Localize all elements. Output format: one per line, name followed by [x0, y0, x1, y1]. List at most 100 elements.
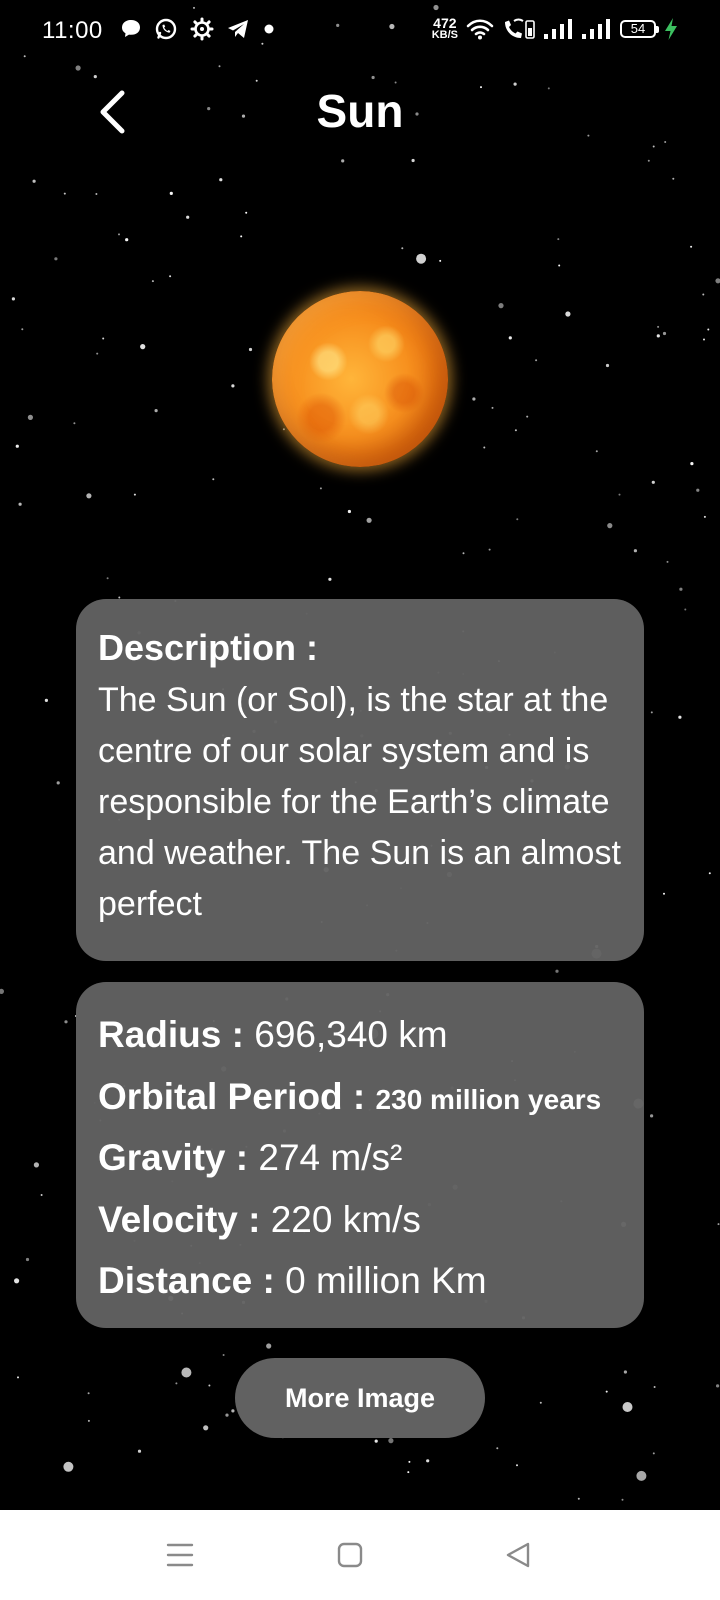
status-bar: 11:00 472 KB/S 54: [0, 0, 720, 66]
stats-card: Radius : 696,340 km Orbital Period : 230…: [76, 982, 644, 1328]
star: [25, 1257, 30, 1262]
system-back-button[interactable]: [498, 1535, 538, 1575]
star: [508, 336, 512, 340]
app-screen: 11:00 472 KB/S 54 Sun Description: The …: [0, 0, 720, 1600]
stat-row-orbital-period: Orbital Period : 230 million years: [98, 1066, 644, 1128]
stat-value: 220 km/s: [270, 1198, 421, 1240]
star: [656, 334, 660, 338]
description-heading: Description :: [98, 627, 319, 668]
menu-icon: [166, 1543, 194, 1567]
star: [577, 1497, 580, 1500]
star: [32, 179, 36, 183]
star: [672, 177, 675, 180]
star: [539, 1401, 542, 1404]
star: [707, 328, 710, 331]
star: [703, 515, 706, 518]
recent-apps-button[interactable]: [160, 1535, 200, 1575]
star: [483, 446, 486, 449]
star: [64, 1020, 68, 1024]
star: [690, 245, 693, 248]
star: [663, 892, 665, 895]
star: [319, 487, 322, 490]
star: [657, 325, 660, 328]
star: [33, 1162, 40, 1168]
star: [650, 1114, 654, 1118]
star: [516, 518, 519, 521]
stat-row-velocity: Velocity : 220 km/s: [98, 1189, 644, 1251]
star: [231, 384, 235, 388]
page-title: Sun: [316, 85, 404, 137]
star: [154, 409, 158, 413]
star: [106, 577, 109, 580]
sun-image: [272, 291, 448, 467]
star: [17, 1376, 19, 1379]
star: [717, 1223, 720, 1226]
stat-row-distance: Distance : 0 million Km: [98, 1250, 644, 1312]
home-button[interactable]: [330, 1535, 370, 1575]
star: [623, 1370, 628, 1374]
more-image-button[interactable]: More Image: [235, 1358, 485, 1438]
star: [137, 1449, 142, 1453]
star: [208, 1384, 211, 1387]
network-speed: 472 KB/S: [432, 16, 458, 41]
star: [716, 1384, 720, 1388]
star: [169, 191, 173, 195]
star: [514, 429, 517, 432]
network-speed-unit: KB/S: [431, 29, 458, 41]
star: [651, 480, 655, 484]
star: [636, 1470, 647, 1481]
star: [652, 1452, 655, 1455]
star: [63, 1461, 74, 1472]
notification-icons: [120, 17, 276, 41]
star: [11, 297, 15, 301]
star: [169, 275, 172, 278]
star: [374, 1439, 378, 1443]
stat-value: 0 million Km: [285, 1260, 487, 1301]
star: [87, 1419, 90, 1422]
star: [87, 1392, 90, 1395]
star: [605, 1390, 608, 1393]
star: [225, 1413, 229, 1417]
star: [73, 422, 76, 425]
navigation-bar: [0, 1510, 720, 1600]
star: [102, 337, 105, 340]
star: [491, 406, 494, 409]
star: [679, 587, 683, 591]
star: [565, 311, 571, 317]
description-card: Description : The Sun (or Sol), is the s…: [76, 599, 644, 961]
star: [488, 548, 491, 551]
star: [95, 193, 98, 195]
status-time: 11:00: [42, 17, 103, 44]
stat-value: 230 million years: [375, 1083, 602, 1115]
star: [282, 428, 285, 431]
star: [498, 303, 504, 309]
home-square-icon: [337, 1542, 363, 1568]
star: [203, 1425, 209, 1431]
star: [526, 415, 529, 418]
description-text[interactable]: The Sun (or Sol), is the star at the cen…: [98, 675, 622, 930]
star: [63, 192, 66, 195]
star: [666, 560, 669, 563]
stat-value: 274 m/s²: [258, 1137, 403, 1178]
stat-label: Gravity :: [98, 1137, 249, 1178]
star: [125, 238, 129, 242]
star: [401, 247, 404, 250]
star: [633, 549, 638, 553]
star: [439, 259, 442, 262]
star: [219, 178, 223, 182]
star: [715, 278, 720, 284]
star: [703, 338, 705, 341]
star: [595, 450, 598, 453]
system-status-icons: 472 KB/S 54: [432, 16, 678, 41]
signal-bars-icon: [582, 18, 610, 39]
star: [248, 347, 253, 352]
settings-gear-icon: [190, 17, 214, 41]
star: [555, 969, 559, 973]
star: [21, 328, 24, 331]
stat-label: Distance :: [98, 1260, 275, 1301]
star: [212, 478, 215, 481]
dot-icon: [264, 24, 274, 34]
star: [118, 233, 120, 236]
star: [708, 872, 711, 875]
star: [175, 1382, 178, 1385]
